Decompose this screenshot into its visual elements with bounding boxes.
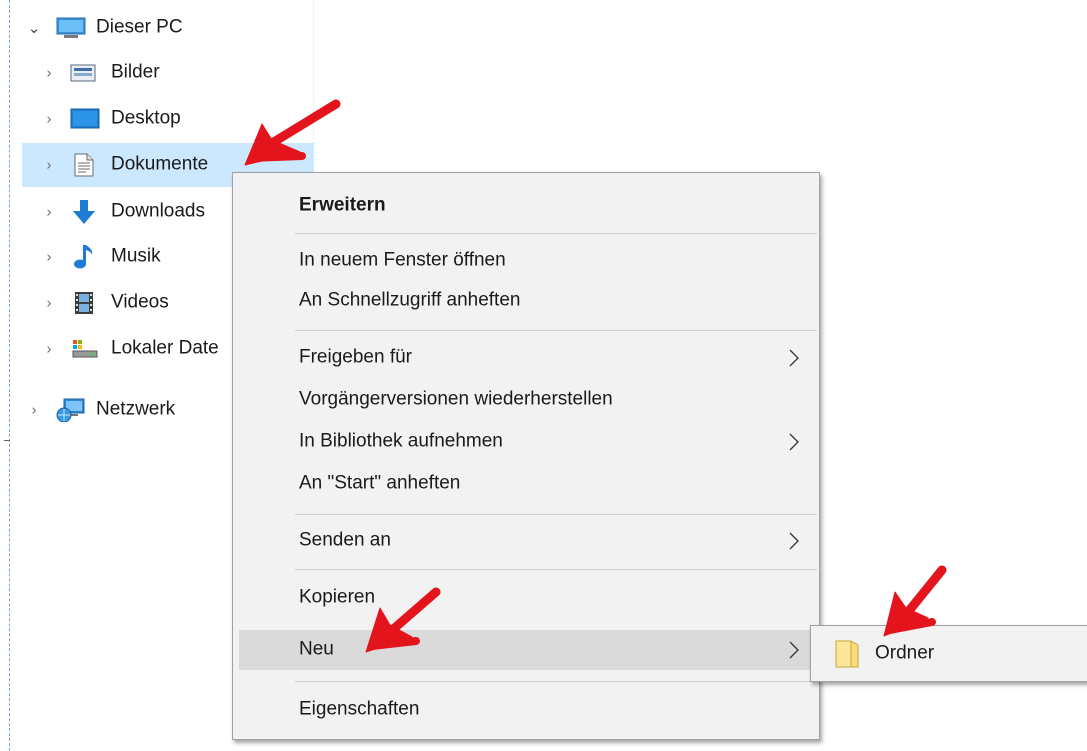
pictures-icon: [70, 64, 96, 82]
nav-item-desktop[interactable]: › Desktop: [22, 97, 314, 141]
menu-item-label: An Schnellzugriff anheften: [299, 289, 521, 311]
menu-separator: [295, 233, 817, 234]
nav-item-label: Musik: [111, 245, 161, 267]
menu-item-label: Kopieren: [299, 586, 376, 608]
chevron-right-icon[interactable]: ›: [47, 249, 52, 266]
chevron-right-icon[interactable]: ›: [47, 65, 52, 82]
menu-item-in-bibliothek-aufnehmen[interactable]: In Bibliothek aufnehmen: [233, 422, 819, 462]
menu-item-senden-an[interactable]: Senden an: [233, 521, 819, 561]
nav-item-label: Bilder: [111, 61, 160, 83]
music-note-icon: [74, 245, 93, 269]
menu-item-label: An "Start" anheften: [299, 472, 461, 494]
desktop-icon: [70, 108, 100, 129]
nav-item-label: Desktop: [111, 107, 181, 129]
menu-item-label: Neu: [299, 638, 334, 660]
menu-item-in-neuem-fenster-oeffnen[interactable]: In neuem Fenster öffnen: [233, 241, 819, 281]
nav-item-label: Videos: [111, 291, 169, 313]
submenu-neu: Ordner: [810, 625, 1087, 682]
nav-item-dieser-pc[interactable]: ⌄ Dieser PC: [22, 6, 314, 50]
chevron-right-icon: [789, 641, 799, 659]
chevron-right-icon[interactable]: ›: [47, 157, 52, 174]
chevron-right-icon[interactable]: ›: [47, 341, 52, 358]
chevron-down-icon[interactable]: ⌄: [28, 19, 41, 37]
menu-item-label: Eigenschaften: [299, 698, 420, 720]
documents-icon: [74, 153, 94, 177]
menu-separator: [295, 514, 817, 515]
nav-item-label: Dokumente: [111, 153, 209, 175]
nav-item-label: Lokaler Date: [111, 337, 219, 359]
submenu-item-ordner[interactable]: Ordner: [811, 626, 1087, 681]
menu-item-label: In Bibliothek aufnehmen: [299, 430, 503, 452]
nav-item-label: Netzwerk: [96, 398, 176, 420]
chevron-right-icon[interactable]: ›: [32, 402, 37, 419]
tree-guide-tick: [4, 440, 10, 441]
menu-item-label: Freigeben für: [299, 346, 413, 368]
menu-item-erweitern[interactable]: Erweitern: [233, 186, 819, 226]
submenu-item-label: Ordner: [875, 642, 935, 664]
menu-item-label: In neuem Fenster öffnen: [299, 249, 506, 271]
chevron-right-icon[interactable]: ›: [47, 295, 52, 312]
menu-item-eigenschaften[interactable]: Eigenschaften: [233, 690, 819, 730]
menu-item-label: Senden an: [299, 529, 391, 551]
chevron-right-icon[interactable]: ›: [47, 111, 52, 128]
nav-item-label: Dieser PC: [96, 16, 183, 38]
chevron-right-icon: [789, 433, 799, 451]
film-icon: [75, 292, 93, 314]
local-drive-icon: [72, 340, 98, 358]
computer-icon: [56, 17, 86, 38]
menu-item-an-schnellzugriff-anheften[interactable]: An Schnellzugriff anheften: [233, 281, 819, 321]
context-menu: Erweitern In neuem Fenster öffnen An Sch…: [232, 172, 820, 740]
menu-item-freigeben-fuer[interactable]: Freigeben für: [233, 338, 819, 378]
chevron-right-icon: [789, 532, 799, 550]
menu-separator: [295, 681, 817, 682]
nav-item-bilder[interactable]: › Bilder: [22, 51, 314, 95]
menu-item-an-start-anheften[interactable]: An "Start" anheften: [233, 464, 819, 504]
folder-icon: [835, 640, 859, 668]
menu-separator: [295, 330, 817, 331]
menu-separator: [295, 569, 817, 570]
chevron-right-icon: [789, 349, 799, 367]
chevron-right-icon[interactable]: ›: [47, 204, 52, 221]
network-icon: [56, 398, 85, 422]
menu-item-kopieren[interactable]: Kopieren: [233, 578, 819, 618]
menu-item-label: Vorgängerversionen wiederherstellen: [299, 388, 613, 410]
menu-item-neu[interactable]: Neu: [239, 630, 813, 670]
menu-item-vorgaengerversionen-wiederherstellen[interactable]: Vorgängerversionen wiederherstellen: [233, 380, 819, 420]
menu-item-label: Erweitern: [299, 194, 386, 216]
tree-guide-line: [9, 0, 10, 751]
nav-item-label: Downloads: [111, 200, 205, 222]
download-arrow-icon: [73, 200, 95, 224]
